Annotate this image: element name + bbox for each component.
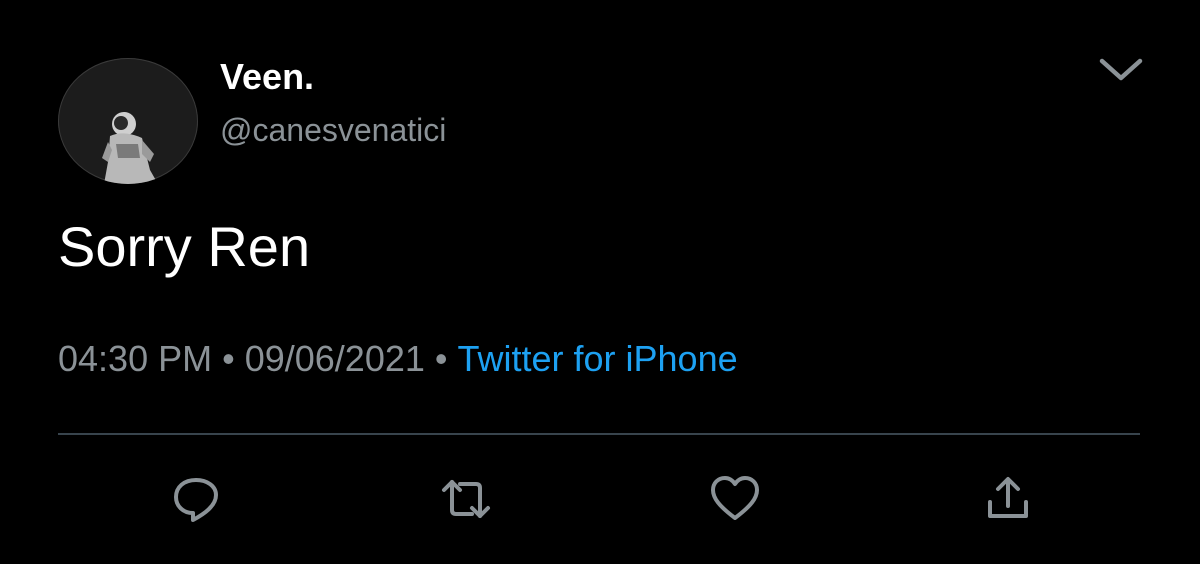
display-name[interactable]: Veen.: [220, 56, 314, 98]
divider: [58, 433, 1140, 435]
retweet-button[interactable]: [440, 474, 492, 524]
reply-button[interactable]: [170, 474, 222, 524]
chevron-down-icon: [1099, 58, 1143, 81]
share-icon: [988, 477, 1028, 518]
retweet-icon: [442, 480, 490, 518]
like-button[interactable]: [709, 474, 761, 524]
separator-dot: •: [222, 338, 235, 379]
tweet-text: Sorry Ren: [58, 215, 311, 278]
avatar[interactable]: [58, 58, 198, 184]
user-handle[interactable]: @canesvenatici: [220, 112, 446, 149]
more-options-button[interactable]: [1098, 54, 1144, 84]
separator-dot: •: [434, 338, 448, 379]
tweet-source-link[interactable]: Twitter for iPhone: [458, 338, 738, 379]
astronaut-icon: [102, 112, 158, 184]
tweet: Veen. @canesvenatici Sorry Ren 04:30 PM •…: [0, 0, 1200, 564]
share-button[interactable]: [982, 474, 1034, 524]
tweet-meta: 04:30 PM • 09/06/2021 • Twitter for iPhone: [58, 338, 738, 380]
reply-icon: [174, 478, 218, 522]
like-icon: [711, 476, 759, 520]
tweet-date[interactable]: 09/06/2021: [245, 338, 425, 379]
tweet-time[interactable]: 04:30 PM: [58, 338, 212, 379]
